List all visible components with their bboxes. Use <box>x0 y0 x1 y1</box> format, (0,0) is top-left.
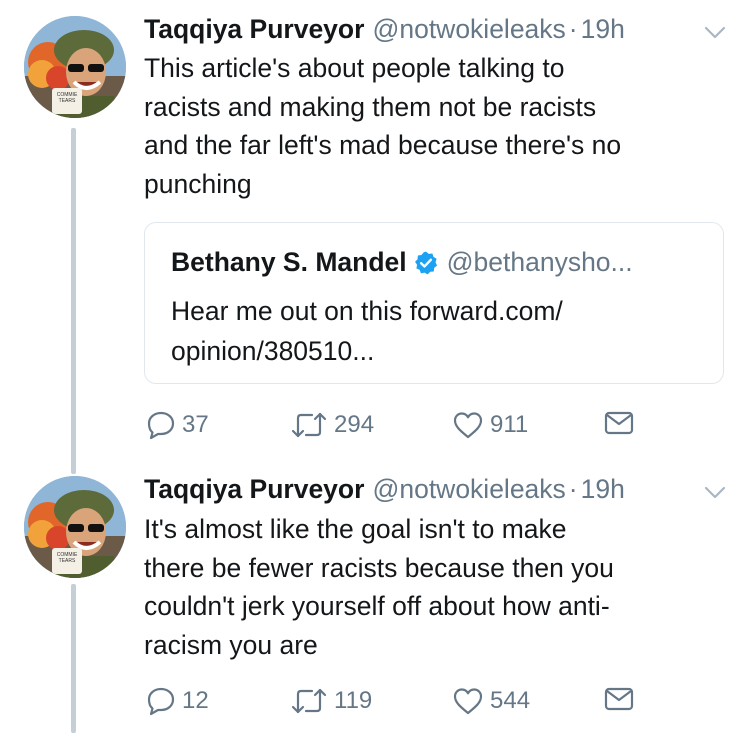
timestamp[interactable]: 19h <box>581 474 625 505</box>
chevron-down-icon[interactable] <box>704 486 726 500</box>
like-button[interactable]: 911 <box>452 410 528 440</box>
direct-message-icon <box>604 687 634 711</box>
direct-message-button[interactable] <box>604 410 634 436</box>
like-count: 911 <box>490 411 529 438</box>
avatar[interactable]: COMMIE TEARS <box>24 16 126 118</box>
retweet-button[interactable]: 119 <box>290 686 372 716</box>
tweet-text: This article's about people talking to r… <box>144 53 622 199</box>
display-name[interactable]: Taqqiya Purveyor <box>144 14 364 45</box>
reply-icon <box>147 687 175 716</box>
like-button[interactable]: 544 <box>452 686 530 716</box>
timestamp[interactable]: 19h <box>581 14 625 45</box>
user-handle[interactable]: @notwokieleaks <box>372 474 565 505</box>
mug-text: COMMIE TEARS <box>56 552 78 564</box>
tweet-actions: 37 294 911 <box>144 410 644 444</box>
retweet-button[interactable]: 294 <box>290 410 374 440</box>
retweet-icon <box>291 688 327 714</box>
separator-dot: · <box>568 14 578 44</box>
tweet-header: Taqqiya Purveyor @notwokieleaks · 19h <box>144 14 625 45</box>
reply-count: 37 <box>182 411 209 438</box>
reply-button[interactable]: 12 <box>146 686 209 716</box>
thread-line <box>71 128 76 474</box>
quoted-tweet-text: Hear me out on this forward.com/ opinion… <box>171 296 563 366</box>
quoted-user-handle: @bethanysho... <box>446 247 633 277</box>
display-name[interactable]: Taqqiya Purveyor <box>144 474 364 505</box>
reply-icon <box>147 411 175 440</box>
like-icon <box>453 412 483 439</box>
reply-count: 12 <box>182 687 209 714</box>
mug-text: COMMIE TEARS <box>56 92 78 104</box>
quoted-tweet-header: Bethany S. Mandel @bethanysho... <box>171 247 633 278</box>
direct-message-icon <box>604 411 634 435</box>
verified-badge-icon <box>414 251 437 274</box>
reply-button[interactable]: 37 <box>146 410 209 440</box>
separator-dot: · <box>568 474 578 504</box>
tweet-text: It's almost like the goal isn't to make … <box>144 514 614 660</box>
user-handle[interactable]: @notwokieleaks <box>372 14 565 45</box>
tweet-header: Taqqiya Purveyor @notwokieleaks · 19h <box>144 474 625 505</box>
tweet-actions: 12 119 544 <box>144 686 644 720</box>
chevron-down-icon[interactable] <box>704 26 726 40</box>
direct-message-button[interactable] <box>604 686 634 712</box>
thread-line <box>71 584 76 733</box>
quoted-display-name: Bethany S. Mandel <box>171 247 407 277</box>
retweet-count: 119 <box>334 687 373 714</box>
quoted-tweet[interactable]: Bethany S. Mandel @bethanysho... Hear me… <box>144 222 724 384</box>
like-count: 544 <box>490 687 531 714</box>
retweet-count: 294 <box>334 411 375 438</box>
avatar[interactable]: COMMIE TEARS <box>24 476 126 578</box>
retweet-icon <box>291 412 327 438</box>
like-icon <box>453 688 483 715</box>
